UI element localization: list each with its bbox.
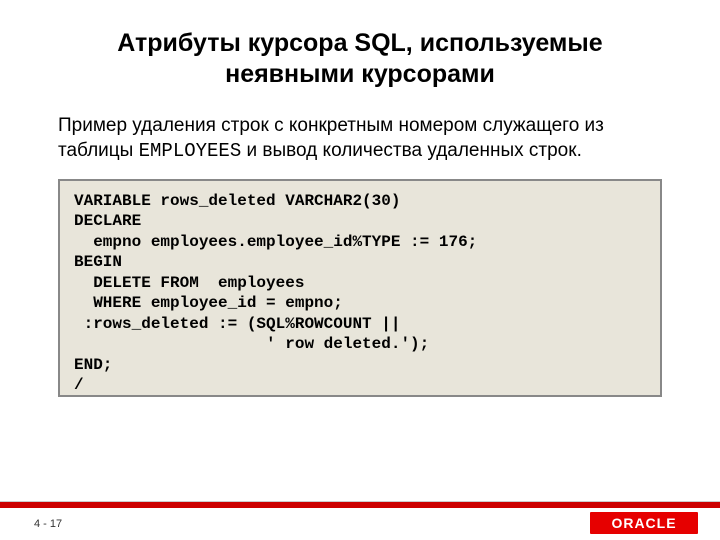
code-block: VARIABLE rows_deleted VARCHAR2(30) DECLA… [58,179,662,397]
slide-title: Атрибуты курсора SQL, используемые неявн… [0,0,720,91]
page-number: 4 - 17 [34,518,62,530]
footer-divider [0,502,720,508]
oracle-logo-text: ORACLE [611,515,676,531]
title-line-1: Атрибуты курсора SQL, используемые [117,29,602,57]
title-line-2: неявными курсорами [225,60,495,88]
description-paragraph: Пример удаления строк с конкретным номер… [0,91,720,165]
paragraph-post: и вывод количества удаленных строк. [241,140,582,161]
slide: Атрибуты курсора SQL, используемые неявн… [0,0,720,540]
oracle-logo: ORACLE [590,512,698,534]
paragraph-table-name: EMPLOYEES [139,140,242,162]
